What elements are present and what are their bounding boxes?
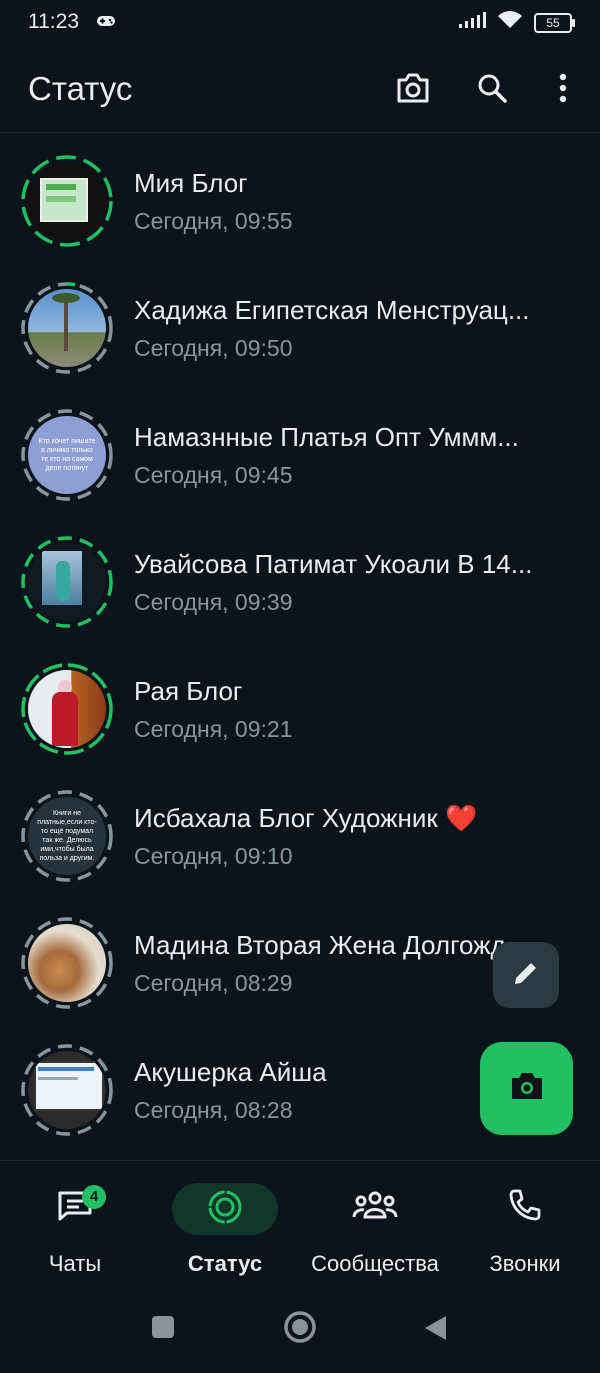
tab-label: Звонки (489, 1251, 561, 1276)
status-avatar (20, 281, 114, 375)
search-button[interactable] (470, 68, 514, 112)
tab-label: Сообщества (311, 1251, 439, 1276)
status-time: Сегодня, 09:10 (134, 843, 293, 869)
status-time: Сегодня, 09:50 (134, 335, 293, 361)
status-item[interactable]: Книги не платные,если кто-то ещё подумал… (0, 781, 600, 907)
status-thumbnail: Книги не платные,если кто-то ещё подумал… (28, 797, 106, 875)
status-avatar (20, 535, 114, 629)
camera-button[interactable] (391, 68, 435, 112)
tab-chats[interactable]: 4 Чаты (0, 1175, 150, 1285)
recents-button[interactable] (150, 1314, 176, 1345)
page-title: Статус (28, 70, 133, 107)
thumbnail-text: Книги не платные,если кто-то ещё подумал… (37, 810, 97, 862)
status-thumbnail (28, 162, 106, 240)
gamepad-icon (96, 14, 116, 33)
status-item[interactable]: Хадижа Египетская Менструац... Сегодня, … (0, 273, 600, 399)
wifi-icon (496, 10, 524, 35)
app-bar: Статус (0, 56, 600, 132)
status-tab-icon-wrap (172, 1183, 278, 1235)
tab-communities[interactable]: Сообщества (300, 1175, 450, 1285)
status-item[interactable]: Увайсова Патимат Укоали В 14... Сегодня,… (0, 527, 600, 653)
signal-icon (458, 11, 486, 34)
pencil-icon (511, 958, 541, 993)
clock: 11:23 (28, 10, 79, 33)
contact-name: Рая Блог (134, 676, 243, 706)
status-time: Сегодня, 09:55 (134, 208, 293, 234)
home-button[interactable] (283, 1310, 317, 1349)
contact-name: Акушерка Айша (134, 1057, 327, 1087)
unread-badge: 4 (82, 1185, 106, 1209)
contact-name: Увайсова Патимат Укоали В 14... (134, 549, 533, 579)
status-time: Сегодня, 08:29 (134, 970, 293, 996)
search-icon (476, 72, 508, 109)
battery-icon: 55 (534, 12, 575, 33)
status-avatar (20, 154, 114, 248)
status-thumbnail (28, 289, 106, 367)
status-avatar (20, 1043, 114, 1137)
communities-tab-icon-wrap (343, 1185, 407, 1229)
new-camera-status-button[interactable] (480, 1042, 573, 1135)
camera-icon (509, 1071, 545, 1106)
tab-label: Чаты (48, 1251, 102, 1276)
thumbnail-text: Кто хочет пишите в личико только те кто … (38, 438, 96, 472)
status-time: Сегодня, 08:28 (134, 1097, 293, 1123)
header-divider (0, 132, 600, 133)
status-thumbnail (28, 543, 106, 621)
new-text-status-button[interactable] (493, 942, 559, 1008)
system-status-bar: 11:23 55 (0, 0, 600, 44)
status-thumbnail (28, 1051, 106, 1129)
system-navigation-bar (0, 1292, 600, 1373)
camera-icon (395, 72, 431, 109)
status-avatar: Книги не платные,если кто-то ещё подумал… (20, 789, 114, 883)
contact-name: Намазнные Платья Опт Уммм... (134, 422, 519, 452)
status-item[interactable]: Мия Блог Сегодня, 09:55 (0, 146, 600, 272)
status-avatar (20, 662, 114, 756)
status-icon (207, 1189, 243, 1230)
status-thumbnail: Кто хочет пишите в личико только те кто … (28, 416, 106, 494)
status-item[interactable]: Рая Блог Сегодня, 09:21 (0, 654, 600, 780)
contact-name: Хадижа Египетская Менструац... (134, 295, 530, 325)
back-button[interactable] (422, 1314, 448, 1347)
status-thumbnail (28, 924, 106, 1002)
communities-icon (352, 1189, 398, 1226)
tab-status[interactable]: Статус (150, 1175, 300, 1285)
status-time: Сегодня, 09:39 (134, 589, 293, 615)
more-options-button[interactable] (541, 68, 585, 112)
phone-icon (508, 1188, 542, 1227)
contact-name: Исбахала Блог Художник ❤️ (134, 803, 478, 833)
tab-label: Статус (187, 1251, 263, 1276)
more-vertical-icon (559, 73, 567, 108)
status-time: Сегодня, 09:21 (134, 716, 293, 742)
status-avatar: Кто хочет пишите в личико только те кто … (20, 408, 114, 502)
status-avatar (20, 916, 114, 1010)
status-time: Сегодня, 09:45 (134, 462, 293, 488)
status-item[interactable]: Кто хочет пишите в личико только те кто … (0, 400, 600, 526)
contact-name: Мия Блог (134, 168, 248, 198)
bottom-navigation: 4 Чаты Статус Сообщества Звонки (0, 1160, 600, 1291)
tab-calls[interactable]: Звонки (450, 1175, 600, 1285)
contact-name: Мадина Вторая Жена Долгожд... (134, 930, 528, 960)
status-thumbnail (28, 670, 106, 748)
calls-tab-icon-wrap (493, 1185, 557, 1229)
